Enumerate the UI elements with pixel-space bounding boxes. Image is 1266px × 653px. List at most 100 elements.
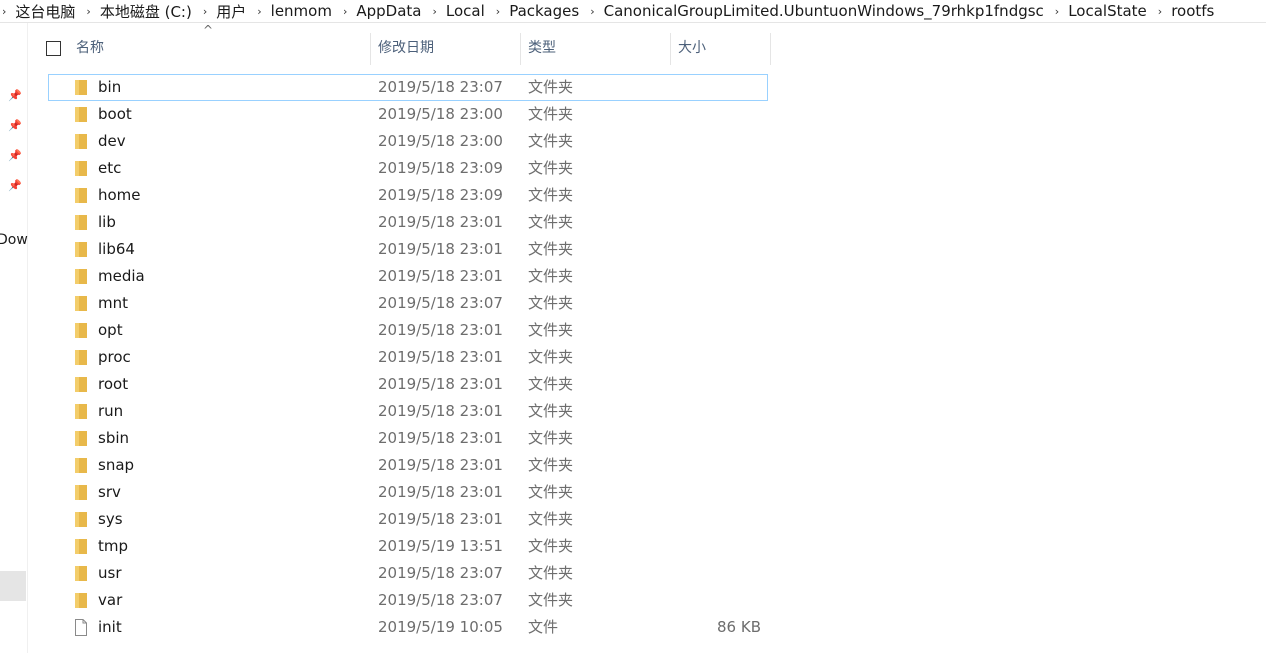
- file-size: [668, 317, 761, 344]
- nav-item-downloads[interactable]: Dow: [0, 232, 28, 248]
- chevron-right-icon[interactable]: ›: [1158, 5, 1162, 18]
- file-type: 文件夹: [528, 510, 574, 528]
- chevron-right-icon[interactable]: ›: [343, 5, 347, 18]
- table-row[interactable]: snap 2019/5/18 23:01 文件夹: [48, 452, 768, 479]
- chevron-right-icon[interactable]: ›: [203, 5, 207, 18]
- folder-icon: [75, 458, 87, 473]
- folder-icon: [75, 161, 87, 176]
- column-divider[interactable]: [520, 33, 521, 65]
- table-row[interactable]: opt 2019/5/18 23:01 文件夹: [48, 317, 768, 344]
- file-type: 文件夹: [528, 267, 574, 285]
- breadcrumb-item[interactable]: LocalState: [1068, 2, 1147, 20]
- file-size: [668, 263, 761, 290]
- file-size: 86 KB: [717, 618, 761, 636]
- chevron-right-icon[interactable]: ›: [590, 5, 594, 18]
- file-size: [668, 182, 761, 209]
- file-modified: 2019/5/18 23:09: [378, 159, 503, 177]
- pin-icon[interactable]: 📌: [8, 149, 22, 162]
- breadcrumb-item[interactable]: 本地磁盘 (C:): [100, 1, 192, 22]
- file-modified: 2019/5/18 23:01: [378, 456, 503, 474]
- table-row[interactable]: init 2019/5/19 10:05 文件 86 KB: [48, 614, 768, 641]
- column-modified[interactable]: 修改日期: [378, 33, 434, 63]
- file-size: [668, 587, 761, 614]
- table-row[interactable]: sys 2019/5/18 23:01 文件夹: [48, 506, 768, 533]
- column-header: ^ 名称 修改日期 类型 大小: [38, 23, 771, 65]
- file-type: 文件夹: [528, 429, 574, 447]
- file-type: 文件夹: [528, 78, 574, 96]
- folder-icon: [75, 323, 87, 338]
- chevron-right-icon[interactable]: ›: [257, 5, 261, 18]
- file-name: init: [98, 618, 122, 636]
- folder-icon: [75, 512, 87, 527]
- file-type: 文件夹: [528, 132, 574, 150]
- column-type[interactable]: 类型: [528, 33, 556, 63]
- file-name: proc: [98, 348, 131, 366]
- file-name: run: [98, 402, 124, 420]
- pin-icon[interactable]: 📌: [8, 89, 22, 102]
- file-name: lib64: [98, 240, 135, 258]
- folder-icon: [75, 107, 87, 122]
- file-type: 文件夹: [528, 537, 574, 555]
- breadcrumb-item[interactable]: AppData: [356, 2, 421, 20]
- folder-icon: [75, 215, 87, 230]
- file-modified: 2019/5/18 23:01: [378, 483, 503, 501]
- table-row[interactable]: usr 2019/5/18 23:07 文件夹: [48, 560, 768, 587]
- file-modified: 2019/5/18 23:07: [378, 294, 503, 312]
- chevron-right-icon[interactable]: ›: [496, 5, 500, 18]
- table-row[interactable]: tmp 2019/5/19 13:51 文件夹: [48, 533, 768, 560]
- file-size: [668, 371, 761, 398]
- pin-icon[interactable]: 📌: [8, 119, 22, 132]
- table-row[interactable]: boot 2019/5/18 23:00 文件夹: [48, 101, 768, 128]
- column-size[interactable]: 大小: [678, 33, 706, 63]
- file-type: 文件夹: [528, 294, 574, 312]
- table-row[interactable]: lib64 2019/5/18 23:01 文件夹: [48, 236, 768, 263]
- table-row[interactable]: dev 2019/5/18 23:00 文件夹: [48, 128, 768, 155]
- table-row[interactable]: proc 2019/5/18 23:01 文件夹: [48, 344, 768, 371]
- file-name: sys: [98, 510, 123, 528]
- folder-icon: [75, 188, 87, 203]
- folder-icon: [75, 539, 87, 554]
- file-type: 文件夹: [528, 159, 574, 177]
- breadcrumb-item[interactable]: 这台电脑: [15, 1, 75, 22]
- select-all-checkbox[interactable]: [46, 41, 61, 56]
- file-name: media: [98, 267, 145, 285]
- folder-icon: [75, 350, 87, 365]
- table-row[interactable]: srv 2019/5/18 23:01 文件夹: [48, 479, 768, 506]
- column-name[interactable]: 名称: [76, 33, 104, 63]
- table-row[interactable]: run 2019/5/18 23:01 文件夹: [48, 398, 768, 425]
- column-divider[interactable]: [770, 33, 771, 65]
- chevron-right-icon[interactable]: ›: [1055, 5, 1059, 18]
- nav-item-selected[interactable]: [0, 571, 26, 601]
- pin-icon[interactable]: 📌: [8, 179, 22, 192]
- table-row[interactable]: mnt 2019/5/18 23:07 文件夹: [48, 290, 768, 317]
- breadcrumb-item[interactable]: CanonicalGroupLimited.UbuntuonWindows_79…: [604, 2, 1044, 20]
- column-divider[interactable]: [670, 33, 671, 65]
- table-row[interactable]: var 2019/5/18 23:07 文件夹: [48, 587, 768, 614]
- table-row[interactable]: media 2019/5/18 23:01 文件夹: [48, 263, 768, 290]
- sort-ascending-icon: ^: [203, 23, 214, 37]
- file-type: 文件夹: [528, 213, 574, 231]
- column-divider[interactable]: [370, 33, 371, 65]
- file-size: [668, 290, 761, 317]
- breadcrumb-item[interactable]: Packages: [509, 2, 579, 20]
- table-row[interactable]: lib 2019/5/18 23:01 文件夹: [48, 209, 768, 236]
- folder-icon: [75, 134, 87, 149]
- chevron-right-icon[interactable]: ›: [2, 5, 6, 18]
- file-size: [668, 452, 761, 479]
- chevron-right-icon[interactable]: ›: [433, 5, 437, 18]
- file-modified: 2019/5/18 23:01: [378, 429, 503, 447]
- file-name: bin: [98, 78, 122, 96]
- table-row[interactable]: sbin 2019/5/18 23:01 文件夹: [48, 425, 768, 452]
- breadcrumb-item[interactable]: lenmom: [271, 2, 332, 20]
- breadcrumb-item[interactable]: 用户: [216, 1, 246, 22]
- breadcrumb: › 这台电脑 › 本地磁盘 (C:) › 用户 › lenmom › AppData › Local ›…: [0, 0, 1266, 23]
- breadcrumb-item[interactable]: Local: [446, 2, 485, 20]
- table-row[interactable]: root 2019/5/18 23:01 文件夹: [48, 371, 768, 398]
- table-row[interactable]: home 2019/5/18 23:09 文件夹: [48, 182, 768, 209]
- file-modified: 2019/5/18 23:09: [378, 186, 503, 204]
- table-row[interactable]: etc 2019/5/18 23:09 文件夹: [48, 155, 768, 182]
- file-name: var: [98, 591, 123, 609]
- breadcrumb-item[interactable]: rootfs: [1171, 2, 1214, 20]
- table-row[interactable]: bin 2019/5/18 23:07 文件夹: [48, 74, 768, 101]
- chevron-right-icon[interactable]: ›: [86, 5, 90, 18]
